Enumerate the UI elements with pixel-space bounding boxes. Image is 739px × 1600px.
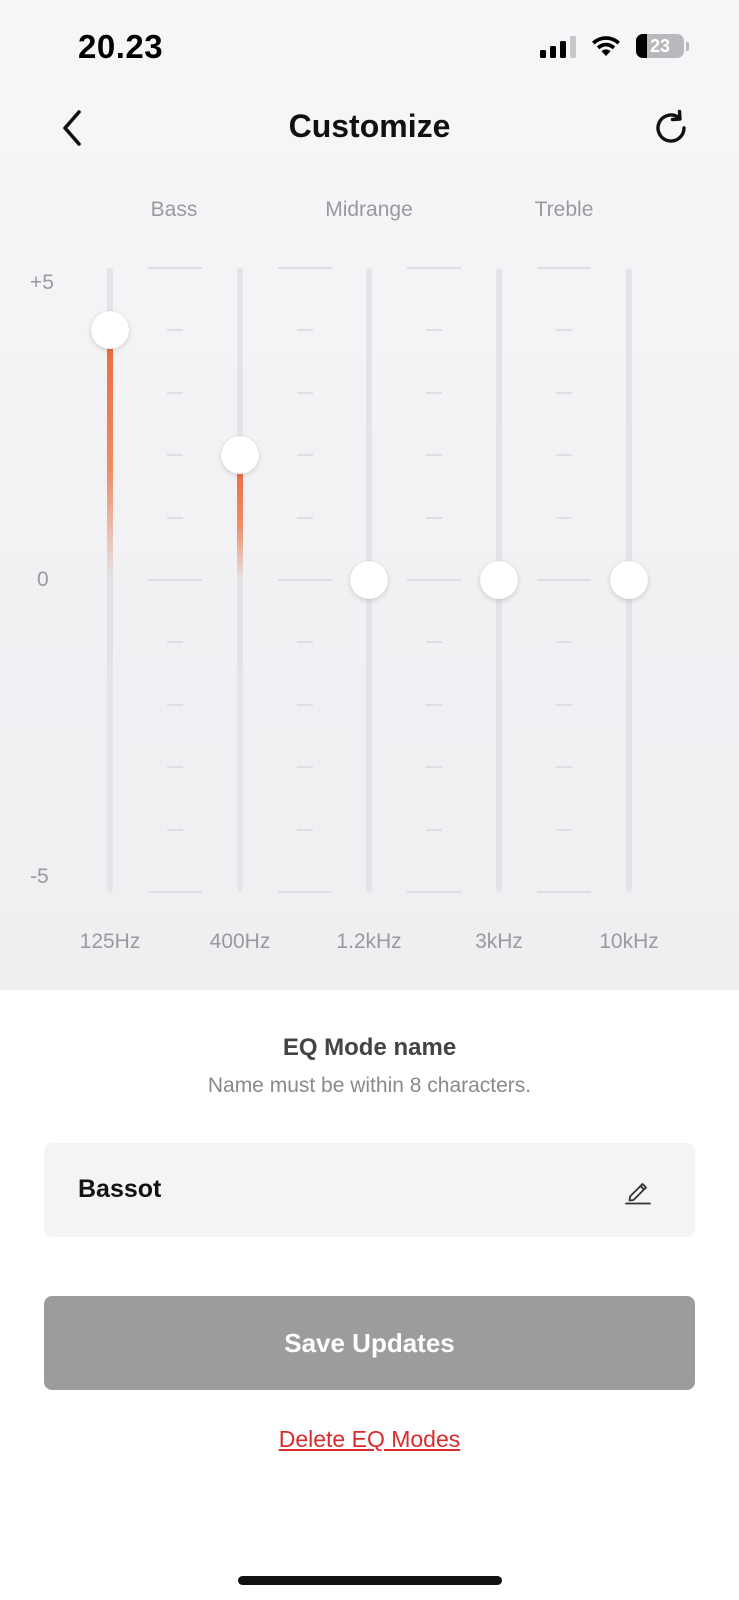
scale-major-tick [407, 891, 461, 893]
home-indicator [238, 1576, 502, 1585]
scale-major-tick [407, 267, 461, 269]
scale-minor-tick [167, 703, 183, 706]
scale-minor-tick [167, 329, 183, 332]
scale-minor-tick [167, 516, 183, 519]
scale-minor-tick [556, 329, 572, 332]
scale-minor-tick [297, 828, 313, 831]
scale-minor-tick [297, 454, 313, 457]
scale-minor-tick [426, 454, 442, 457]
scale-minor-tick [556, 454, 572, 457]
scale-major-tick [278, 891, 332, 893]
eq-mode-name-value: Bassot [78, 1175, 162, 1203]
scale-minor-tick [167, 828, 183, 831]
scale-major-tick [407, 579, 461, 581]
scale-minor-tick [167, 454, 183, 457]
eq-band-label: 400Hz [209, 930, 271, 953]
scale-minor-tick [426, 329, 442, 332]
eq-band-label: 3kHz [475, 930, 523, 953]
scale-minor-tick [426, 828, 442, 831]
scale-minor-tick [426, 703, 442, 706]
battery-level: 23 [649, 35, 671, 56]
eq-slider-knob[interactable] [91, 311, 129, 350]
scale-minor-tick [556, 391, 572, 394]
eq-band-label: 10kHz [599, 930, 659, 953]
scale-minor-tick [426, 641, 442, 644]
save-updates-button[interactable]: Save Updates [44, 1296, 695, 1390]
scale-minor-tick [556, 828, 572, 831]
scale-major-tick [148, 579, 202, 581]
scale-minor-tick [297, 766, 313, 769]
scale-minor-tick [297, 516, 313, 519]
scale-minor-tick [297, 391, 313, 394]
scale-minor-tick [426, 391, 442, 394]
scale-minor-tick [167, 391, 183, 394]
eq-slider-knob[interactable] [221, 436, 259, 475]
eq-slider-track[interactable] [237, 268, 243, 892]
eq-slider-fill [107, 330, 113, 580]
eq-mode-name-title: EQ Mode name [282, 1034, 457, 1061]
scale-minor-tick [556, 703, 572, 706]
scale-major-tick [148, 267, 202, 269]
eq-customize-screen: 20.23 23 Customize Bass Midrange Treble … [0, 0, 739, 1600]
eq-mode-name-field[interactable]: Bassot [44, 1143, 695, 1237]
eq-mode-name-hint: Name must be within 8 characters. [207, 1074, 532, 1097]
eq-band-label: 1.2kHz [336, 930, 402, 953]
scale-major-tick [278, 267, 332, 269]
equalizer-sliders: 125Hz 400Hz 1.2kHz 3kHz 10kHz [0, 0, 739, 990]
scale-major-tick [537, 579, 591, 581]
scale-minor-tick [556, 766, 572, 769]
scale-minor-tick [426, 516, 442, 519]
scale-major-tick [148, 891, 202, 893]
scale-minor-tick [297, 329, 313, 332]
scale-minor-tick [426, 766, 442, 769]
eq-slider-knob[interactable] [350, 561, 388, 599]
scale-minor-tick [556, 641, 572, 644]
eq-slider-knob[interactable] [610, 561, 648, 599]
scale-minor-tick [556, 516, 572, 519]
scale-major-tick [537, 267, 591, 269]
eq-band-label: 125Hz [79, 930, 141, 953]
scale-minor-tick [297, 703, 313, 706]
scale-minor-tick [167, 641, 183, 644]
scale-minor-tick [297, 641, 313, 644]
scale-major-tick [278, 579, 332, 581]
scale-minor-tick [167, 766, 183, 769]
pencil-icon[interactable] [623, 1175, 653, 1205]
scale-major-tick [537, 891, 591, 893]
delete-eq-modes-link[interactable]: Delete EQ Modes [0, 1426, 739, 1453]
eq-slider-knob[interactable] [480, 561, 518, 599]
